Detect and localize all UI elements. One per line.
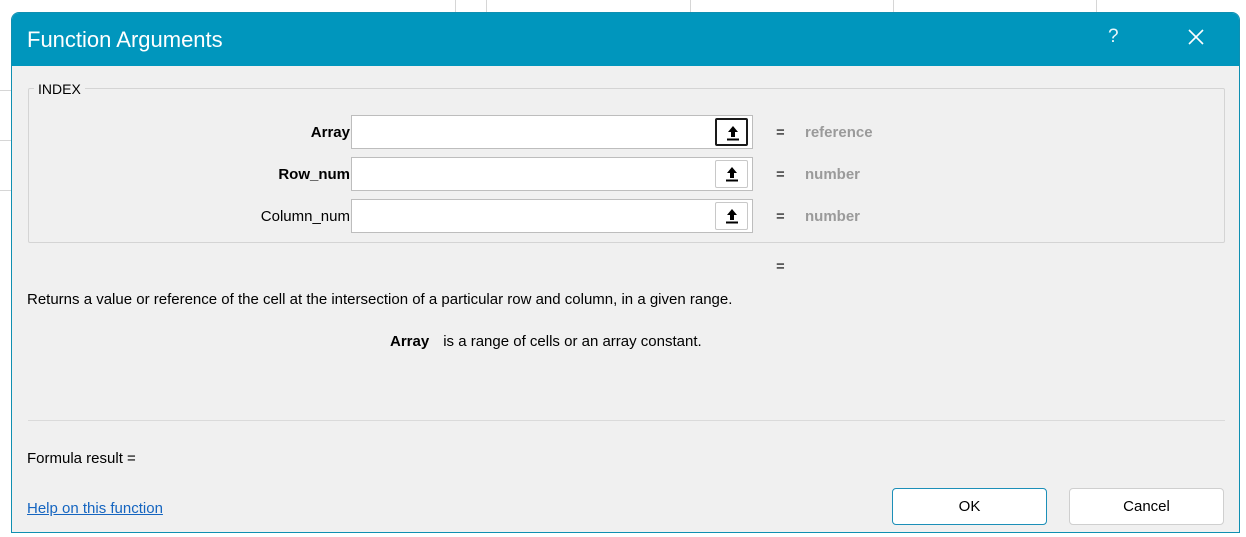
column-num-collapse-button[interactable] [715, 202, 748, 230]
row-num-input[interactable] [351, 157, 753, 191]
argument-label-array: Array [310, 124, 350, 141]
function-result-equals: = [776, 258, 785, 275]
argument-help: Array is a range of cells or an array con… [390, 333, 702, 350]
argument-help-name: Array [390, 333, 430, 350]
cancel-button[interactable]: Cancel [1069, 488, 1224, 525]
equals-sign: = [776, 208, 785, 225]
column-num-input[interactable] [351, 199, 753, 233]
argument-type-hint: number [805, 166, 861, 183]
argument-row-column-num: Column_num = number [12, 199, 1239, 235]
collapse-dialog-icon [727, 126, 739, 141]
help-on-function-link[interactable]: Help on this function [27, 500, 163, 517]
formula-result-label: Formula result = [27, 450, 136, 467]
function-description: Returns a value or reference of the cell… [27, 291, 733, 308]
ok-button[interactable]: OK [892, 488, 1047, 525]
function-name-label: INDEX [34, 81, 85, 97]
close-button[interactable] [1182, 22, 1210, 52]
close-icon [1188, 29, 1204, 45]
equals-sign: = [776, 166, 785, 183]
array-input[interactable] [351, 115, 753, 149]
help-button[interactable]: ? [1108, 26, 1119, 48]
collapse-dialog-icon [726, 209, 738, 224]
array-collapse-button[interactable] [715, 118, 748, 146]
argument-row-array: Array = reference [12, 115, 1239, 151]
dialog-titlebar[interactable]: Function Arguments ? [12, 13, 1239, 66]
dialog-title: Function Arguments [27, 27, 223, 52]
argument-help-text: is a range of cells or an array constant… [443, 333, 702, 350]
equals-sign: = [776, 124, 785, 141]
argument-label-row-num: Row_num [278, 166, 350, 183]
separator [28, 420, 1225, 421]
argument-row-row-num: Row_num = number [12, 157, 1239, 193]
collapse-dialog-icon [726, 167, 738, 182]
argument-type-hint: reference [805, 124, 873, 141]
function-arguments-dialog: Function Arguments ? INDEX Array = refer… [11, 12, 1240, 533]
argument-label-column-num: Column_num [260, 208, 350, 225]
argument-type-hint: number [805, 208, 861, 225]
row-num-collapse-button[interactable] [715, 160, 748, 188]
